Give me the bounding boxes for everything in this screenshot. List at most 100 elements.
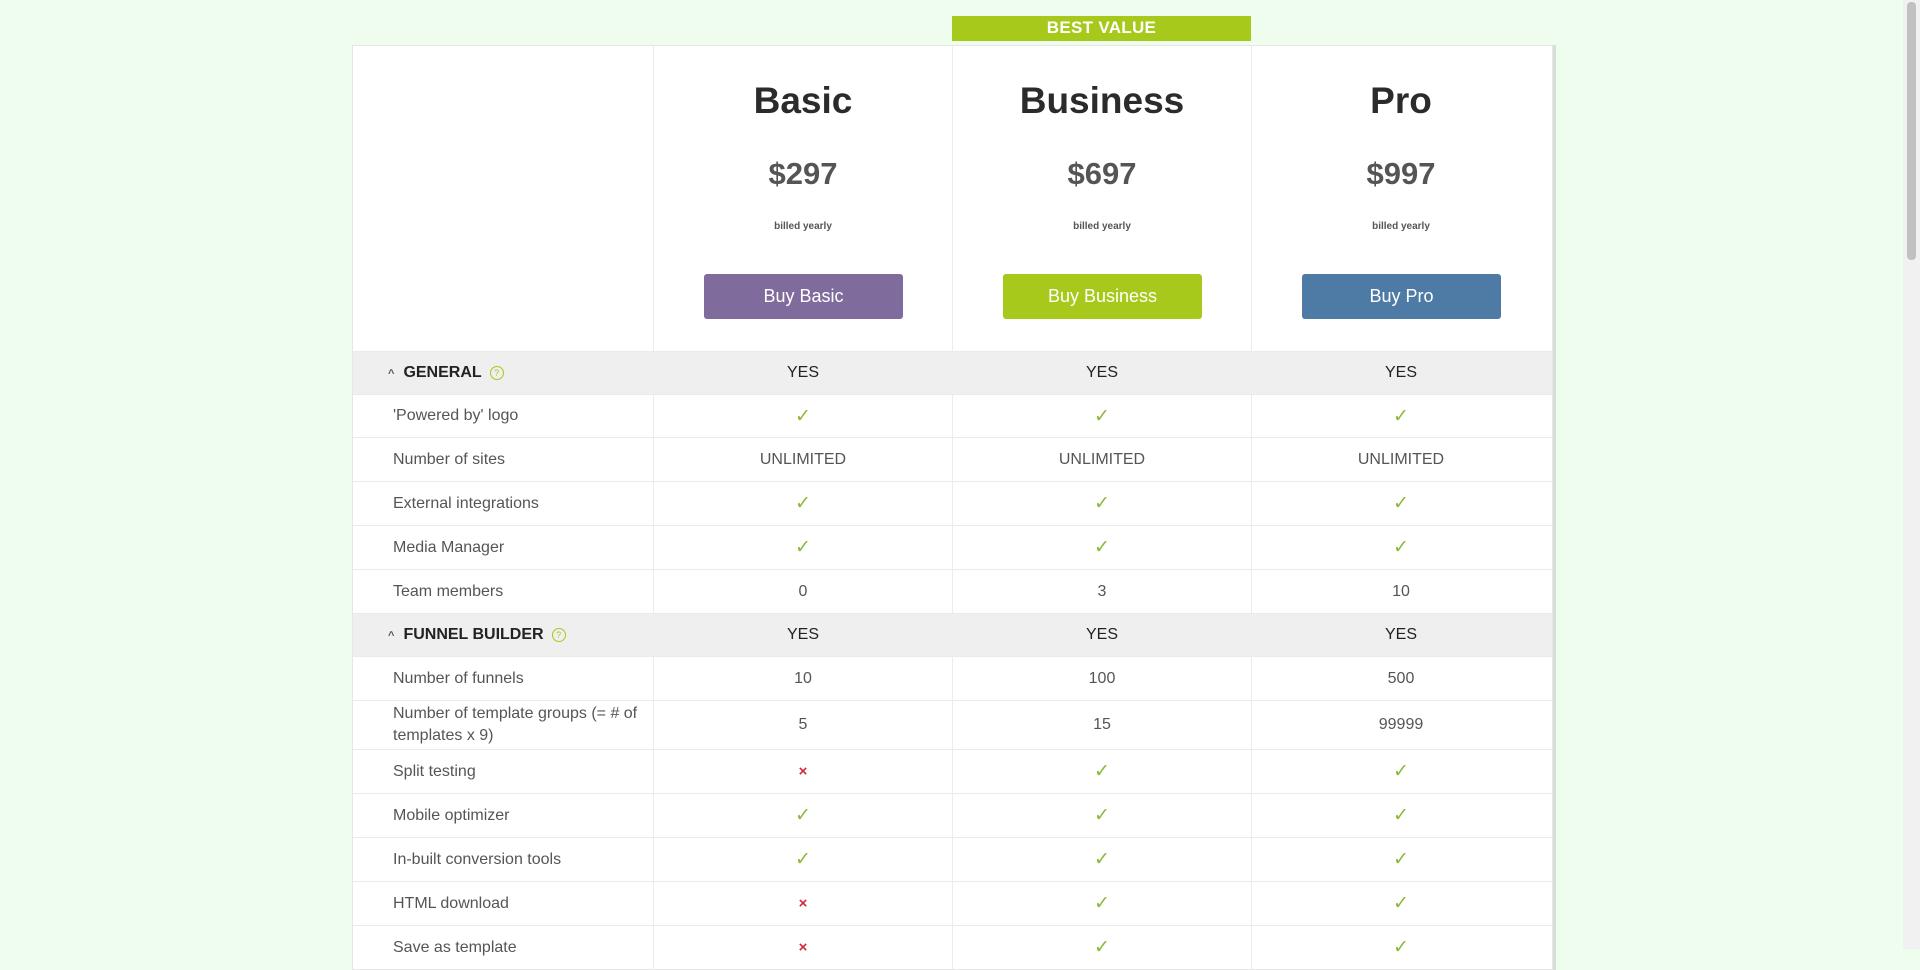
section-row[interactable]: ^ FUNNEL BUILDER? YES YES YES [353,613,1552,656]
section-label: ^ FUNNEL BUILDER? [353,614,653,656]
plan-value-cell: YES [1251,352,1550,394]
checkmark-icon: ✓ [1393,849,1409,870]
feature-label: Media Manager [353,526,653,569]
buy-basic-button[interactable]: Buy Basic [704,274,903,319]
plans-header-row: Basic $297 billed yearly Buy Basic Busin… [353,46,1552,351]
plan-value-cell: UNLIMITED [1251,438,1550,481]
plan-value-cell: ✓ [952,482,1251,525]
checkmark-icon: ✓ [1094,937,1110,958]
value-text: 3 [1097,582,1107,600]
checkmark-icon: ✓ [1393,493,1409,514]
plan-value-cell: ✓ [952,526,1251,569]
plan-value-cell: 100 [952,657,1251,700]
feature-row: Number of sites UNLIMITED UNLIMITED UNLIMIT… [353,437,1552,481]
plan-price: $997 [1366,156,1436,191]
value-text: 100 [1088,669,1116,687]
plan-value-cell: 10 [1251,570,1550,613]
checkmark-icon: ✓ [795,537,811,558]
plan-value-cell: ✓ [952,794,1251,837]
feature-row: In-built conversion tools ✓ ✓ ✓ [353,837,1552,881]
feature-label: Mobile optimizer [353,794,653,837]
feature-row: Number of funnels 10 100 500 [353,656,1552,700]
feature-row: External integrations ✓ ✓ ✓ [353,481,1552,525]
chevron-up-icon[interactable]: ^ [388,363,394,385]
feature-label: Number of template groups (= # of templa… [353,701,653,749]
plan-price: $297 [768,156,838,191]
plan-value-cell: ✓ [952,838,1251,881]
buy-business-button[interactable]: Buy Business [1003,274,1202,319]
checkmark-icon: ✓ [1094,805,1110,826]
value-text: 5 [798,716,808,733]
plan-billing: billed yearly [1073,221,1131,232]
plan-value-cell: YES [952,352,1251,394]
feature-row: Save as template × ✓ ✓ [353,925,1552,969]
plan-value-cell: YES [653,614,952,656]
plan-value-cell: ✓ [653,794,952,837]
row-label-text: Number of sites [393,450,506,468]
plan-value-cell: ✓ [653,395,952,437]
feature-row: Split testing × ✓ ✓ [353,749,1552,793]
feature-label: Team members [353,570,653,613]
section-label: ^ GENERAL? [353,352,653,394]
checkmark-icon: ✓ [795,805,811,826]
plan-value-cell: 15 [952,701,1251,749]
help-circle-icon[interactable]: ? [489,366,504,380]
plan-value-cell: UNLIMITED [952,438,1251,481]
feature-row: Team members 0 3 10 [353,569,1552,613]
feature-label: Save as template [353,926,653,969]
buy-pro-button[interactable]: Buy Pro [1302,274,1501,319]
plan-billing: billed yearly [1372,221,1430,232]
value-text: YES [1085,364,1118,381]
value-text: 0 [798,582,808,600]
plan-value-cell: UNLIMITED [653,438,952,481]
plan-value-cell: ✓ [1251,882,1550,925]
plan-value-cell: YES [653,352,952,394]
ribbon-row: BEST VALUE [352,0,1555,45]
plan-billing: billed yearly [774,221,832,232]
cross-icon: × [798,763,808,780]
plan-value-cell: ✓ [1251,395,1550,437]
row-label-text: Team members [393,582,504,600]
plan-value-cell: ✓ [1251,926,1550,969]
plan-value-cell: ✓ [1251,482,1550,525]
help-circle-icon[interactable]: ? [551,628,566,642]
checkmark-icon: ✓ [1094,493,1110,514]
checkmark-icon: ✓ [1094,893,1110,914]
chevron-up-icon[interactable]: ^ [388,625,394,647]
row-label-text: External integrations [393,494,539,512]
best-value-ribbon: BEST VALUE [952,16,1251,41]
feature-label: External integrations [353,482,653,525]
vertical-scrollbar[interactable] [1903,0,1920,949]
value-text: 10 [1392,582,1410,600]
plan-name: Basic [753,80,853,121]
plan-value-cell: ✓ [653,526,952,569]
plan-column-basic: Basic $297 billed yearly Buy Basic [653,46,952,351]
feature-row: Mobile optimizer ✓ ✓ ✓ [353,793,1552,837]
section-row[interactable]: ^ GENERAL? YES YES YES [353,351,1552,394]
plan-value-cell: ✓ [952,926,1251,969]
plan-value-cell: ✓ [653,838,952,881]
value-text: 15 [1093,716,1111,733]
value-text: 99999 [1378,716,1424,733]
checkmark-icon: ✓ [1094,537,1110,558]
checkmark-icon: ✓ [1094,849,1110,870]
plan-value-cell: 0 [653,570,952,613]
plan-value-cell: ✓ [1251,794,1550,837]
plan-column-business: Business $697 billed yearly Buy Business [952,46,1251,351]
checkmark-icon: ✓ [1094,761,1110,782]
plan-value-cell: ✓ [952,395,1251,437]
value-text: UNLIMITED [759,450,847,468]
feature-rows: ^ GENERAL? YES YES YES 'Powered by' logo ✓ ✓ ✓ Nu… [353,351,1552,969]
feature-row: Number of template groups (= # of templa… [353,700,1552,749]
scrollbar-thumb[interactable] [1907,2,1916,260]
plan-value-cell: ✓ [952,882,1251,925]
feature-row: HTML download × ✓ ✓ [353,881,1552,925]
feature-label: HTML download [353,882,653,925]
plan-value-cell: 3 [952,570,1251,613]
checkmark-icon: ✓ [1393,893,1409,914]
value-text: YES [1085,626,1118,643]
feature-row: Media Manager ✓ ✓ ✓ [353,525,1552,569]
value-text: 10 [794,669,812,687]
row-label-text: In-built conversion tools [393,850,562,868]
cross-icon: × [798,895,808,912]
